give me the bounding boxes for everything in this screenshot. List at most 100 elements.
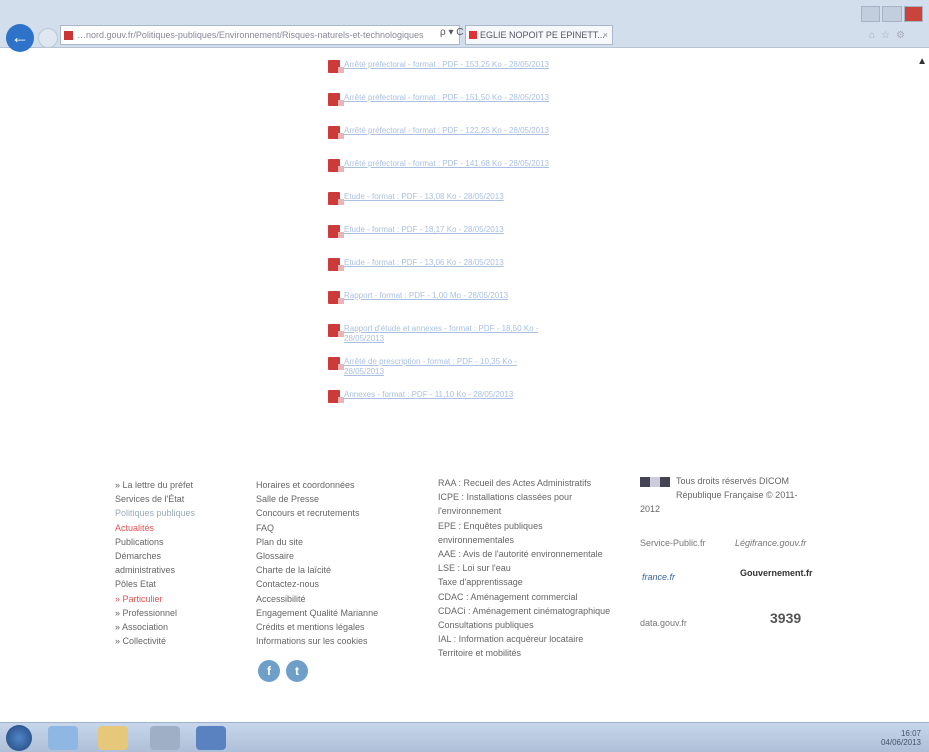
close-window-button[interactable] — [903, 6, 923, 22]
document-link[interactable]: Arrêté préfectoral - format : PDF - 151,… — [344, 89, 556, 103]
footer-link[interactable]: Informations sur les cookies — [256, 634, 396, 648]
address-tools[interactable]: ρ ▾ C — [440, 27, 464, 38]
facebook-icon[interactable]: f — [258, 660, 280, 682]
footer-link[interactable]: Consultations publiques — [438, 618, 618, 632]
document-item: Etude - format : PDF - 18,17 Ko - 28/05/… — [326, 221, 556, 254]
footer-link[interactable]: LSE : Loi sur l'eau — [438, 561, 618, 575]
address-bar[interactable]: …nord.gouv.fr/Politiques-publiques/Envir… — [60, 25, 460, 45]
pdf-icon — [328, 357, 344, 370]
document-link[interactable]: Etude - format : PDF - 13,06 Ko - 28/05/… — [344, 254, 556, 268]
document-link[interactable]: Rapport d'étude et annexes - format : PD… — [344, 320, 556, 344]
document-link[interactable]: Etude - format : PDF - 13,08 Ko - 28/05/… — [344, 188, 556, 202]
footer-link[interactable]: Crédits et mentions légales — [256, 620, 396, 634]
footer-link[interactable]: Glossaire — [256, 549, 396, 563]
document-link[interactable]: Arrêté de prescription - format : PDF - … — [344, 353, 556, 377]
document-link[interactable]: Arrêté préfectoral - format : PDF - 122,… — [344, 122, 556, 136]
footer-link[interactable]: » La lettre du préfet — [115, 478, 225, 492]
pdf-icon — [328, 192, 344, 205]
media-player-icon[interactable] — [150, 726, 180, 750]
scroll-up-icon[interactable]: ▲ — [917, 56, 927, 67]
internet-explorer-icon[interactable] — [48, 726, 78, 750]
site-favicon-icon — [64, 31, 73, 40]
document-link[interactable]: Arrêté préfectoral - format : PDF - 141,… — [344, 155, 556, 169]
back-arrow-icon[interactable]: ← — [6, 24, 34, 52]
pdf-icon — [328, 225, 344, 238]
forward-button[interactable] — [38, 28, 58, 48]
browser-tab[interactable]: EGLIE NOPOIT PE EPINETT... × — [465, 25, 613, 45]
document-list: Arrêté préfectoral - format : PDF - 153,… — [326, 56, 556, 419]
footer-link[interactable]: Actualités — [115, 521, 225, 535]
document-item: Arrêté préfectoral - format : PDF - 153,… — [326, 56, 556, 89]
footer-link[interactable]: Salle de Presse — [256, 492, 396, 506]
footer-link[interactable]: l'environnement — [438, 504, 618, 518]
footer-link[interactable]: » Collectivité — [115, 634, 225, 648]
data-gouv-logo[interactable]: data.gouv.fr — [640, 618, 687, 628]
footer-link[interactable]: Horaires et coordonnées — [256, 478, 396, 492]
footer-link[interactable]: EPE : Enquêtes publiques — [438, 519, 618, 533]
document-link[interactable]: Annexes - format : PDF - 11,10 Ko - 28/0… — [344, 386, 556, 400]
footer-rights: Tous droits réservés DICOM République Fr… — [640, 474, 820, 517]
clock-date: 04/06/2013 — [880, 738, 921, 747]
address-url: …nord.gouv.fr/Politiques-publiques/Envir… — [77, 30, 424, 40]
pdf-icon — [328, 159, 344, 172]
gouvernement-logo[interactable]: Gouvernement.fr — [740, 568, 813, 578]
maximize-button[interactable] — [882, 6, 902, 22]
pdf-icon — [328, 390, 344, 403]
marianne-logo-icon — [640, 476, 670, 487]
footer-link[interactable]: Taxe d'apprentissage — [438, 575, 618, 589]
window-controls — [861, 6, 923, 22]
document-item: Arrêté préfectoral - format : PDF - 141,… — [326, 155, 556, 188]
rights-text-3: 2012 — [640, 504, 661, 515]
clock-time: 16:07 — [900, 729, 921, 738]
footer-link[interactable]: Contactez-nous — [256, 577, 396, 591]
pdf-icon — [328, 60, 344, 73]
info-3939-logo[interactable]: 3939 — [770, 610, 801, 626]
document-item: Rapport d'étude et annexes - format : PD… — [326, 320, 556, 353]
tab-close-icon[interactable]: × — [603, 26, 608, 44]
footer-link[interactable]: Engagement Qualité Marianne — [256, 606, 396, 620]
footer-link[interactable]: environnementales — [438, 533, 618, 547]
footer-link[interactable]: RAA : Recueil des Actes Administratifs — [438, 476, 618, 490]
footer-link[interactable]: Services de l'État — [115, 492, 225, 506]
footer-link[interactable]: AAE : Avis de l'autorité environnemental… — [438, 547, 618, 561]
footer-link[interactable]: Territoire et mobilités — [438, 646, 618, 660]
start-button[interactable] — [6, 725, 32, 751]
footer-link[interactable]: » Association — [115, 620, 225, 634]
document-link[interactable]: Arrêté préfectoral - format : PDF - 153,… — [344, 56, 556, 70]
footer-link[interactable]: Politiques publiques — [115, 506, 225, 520]
footer-link[interactable]: Plan du site — [256, 535, 396, 549]
document-item: Rapport - format : PDF - 1,00 Mo - 28/05… — [326, 287, 556, 320]
rights-text-1: Tous droits réservés DICOM — [676, 476, 790, 486]
footer-link[interactable]: CDACi : Aménagement cinématographique — [438, 604, 618, 618]
document-link[interactable]: Rapport - format : PDF - 1,00 Mo - 28/05… — [344, 287, 556, 301]
footer-link[interactable]: Démarches — [115, 549, 225, 563]
footer-link[interactable]: » Particulier — [115, 592, 225, 606]
footer-link[interactable]: » Professionnel — [115, 606, 225, 620]
footer-link[interactable]: Accessibilité — [256, 592, 396, 606]
footer-link[interactable]: ICPE : Installations classées pour — [438, 490, 618, 504]
system-clock[interactable]: 16:07 04/06/2013 — [881, 729, 921, 747]
legifrance-logo[interactable]: Légifrance.gouv.fr — [735, 538, 806, 548]
pdf-icon — [328, 291, 344, 304]
service-public-logo[interactable]: Service-Public.fr — [640, 538, 706, 548]
word-icon[interactable] — [196, 726, 226, 750]
footer-link[interactable]: Pôles Etat — [115, 577, 225, 591]
document-link[interactable]: Etude - format : PDF - 18,17 Ko - 28/05/… — [344, 221, 556, 235]
france-fr-logo[interactable]: france.fr — [642, 572, 675, 582]
footer-link[interactable]: Charte de la laïcité — [256, 563, 396, 577]
file-explorer-icon[interactable] — [98, 726, 128, 750]
home-favorites-settings-icon[interactable]: ⌂☆⚙ — [869, 30, 919, 44]
footer-link[interactable]: administratives — [115, 563, 225, 577]
footer-link[interactable]: Publications — [115, 535, 225, 549]
minimize-button[interactable] — [861, 6, 881, 22]
rights-text-2: République Française © 2011- — [676, 490, 798, 501]
footer-link[interactable]: FAQ — [256, 521, 396, 535]
footer-link[interactable]: Concours et recrutements — [256, 506, 396, 520]
document-item: Annexes - format : PDF - 11,10 Ko - 28/0… — [326, 386, 556, 419]
twitter-icon[interactable]: t — [286, 660, 308, 682]
document-item: Etude - format : PDF - 13,08 Ko - 28/05/… — [326, 188, 556, 221]
pdf-icon — [328, 324, 344, 337]
footer-link[interactable]: IAL : Information acquéreur locataire — [438, 632, 618, 646]
footer-link[interactable]: CDAC : Aménagement commercial — [438, 590, 618, 604]
footer-column-audiences: » La lettre du préfet Services de l'État P… — [115, 478, 225, 648]
